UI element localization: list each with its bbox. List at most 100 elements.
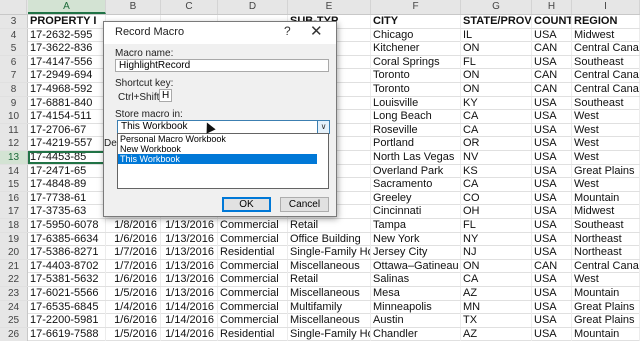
column-header-a[interactable]: A [28, 0, 106, 14]
table-cell[interactable]: KS [461, 164, 532, 178]
table-cell[interactable]: ON [461, 83, 532, 96]
table-cell[interactable]: FL [461, 55, 532, 69]
table-cell[interactable]: USA [532, 273, 572, 287]
table-cell[interactable]: 17-6535-6845 [28, 300, 106, 314]
row-number[interactable]: 3 [0, 15, 28, 28]
table-cell[interactable]: Greeley [371, 191, 461, 205]
table-cell[interactable]: 1/5/2016 [106, 327, 161, 341]
table-cell[interactable]: CAN [532, 42, 572, 56]
row-number[interactable]: 18 [0, 219, 28, 232]
table-cell[interactable]: USA [532, 205, 572, 219]
table-cell[interactable]: Chandler [371, 327, 461, 341]
table-cell[interactable]: Toronto [371, 83, 461, 96]
table-cell[interactable]: KY [461, 96, 532, 110]
row-number[interactable]: 22 [0, 273, 28, 287]
row-number[interactable]: 5 [0, 42, 28, 56]
table-cell[interactable]: 17-5381-5632 [28, 273, 106, 287]
shortcut-key-input[interactable]: H [159, 89, 172, 102]
row-number[interactable]: 24 [0, 300, 28, 314]
table-cell[interactable]: Portland [371, 137, 461, 151]
table-cell[interactable]: 17-2632-595 [28, 28, 106, 42]
table-cell[interactable]: Commercial [218, 219, 288, 232]
table-cell[interactable]: Multifamily [288, 300, 371, 314]
column-title-cell[interactable]: COUNTRY [532, 15, 572, 28]
table-cell[interactable]: North Las Vegas [371, 151, 461, 164]
table-cell[interactable]: Great Plains [572, 164, 640, 178]
table-cell[interactable]: 1/13/2016 [161, 287, 218, 300]
table-cell[interactable]: Tampa [371, 219, 461, 232]
table-cell[interactable]: Central Canada [572, 259, 640, 273]
table-cell[interactable]: 1/6/2016 [106, 314, 161, 328]
row-number[interactable]: 17 [0, 205, 28, 219]
table-cell[interactable]: USA [532, 314, 572, 328]
table-cell[interactable]: West [572, 123, 640, 137]
table-cell[interactable]: Austin [371, 314, 461, 328]
table-cell[interactable]: 17-2200-5981 [28, 314, 106, 328]
table-cell[interactable]: Miscellaneous [288, 314, 371, 328]
table-cell[interactable]: FL [461, 219, 532, 232]
table-cell[interactable]: Miscellaneous [288, 259, 371, 273]
table-cell[interactable]: Minneapolis [371, 300, 461, 314]
row-number[interactable]: 10 [0, 110, 28, 124]
table-cell[interactable]: 17-4147-556 [28, 55, 106, 69]
table-cell[interactable]: 1/14/2016 [161, 300, 218, 314]
table-cell[interactable]: CA [461, 110, 532, 124]
table-cell[interactable]: 17-6881-840 [28, 96, 106, 110]
table-cell[interactable]: 17-4848-89 [28, 178, 106, 192]
table-cell[interactable]: Great Plains [572, 314, 640, 328]
table-cell[interactable]: West [572, 137, 640, 151]
close-icon[interactable]: ✕ [310, 22, 323, 40]
table-cell[interactable]: Residential [218, 327, 288, 341]
table-cell[interactable]: Commercial [218, 300, 288, 314]
table-cell[interactable]: USA [532, 137, 572, 151]
table-cell[interactable]: USA [532, 110, 572, 124]
table-cell[interactable]: USA [532, 151, 572, 164]
table-cell[interactable]: 17-6619-7588 [28, 327, 106, 341]
row-number[interactable]: 15 [0, 178, 28, 192]
table-cell[interactable]: Chicago [371, 28, 461, 42]
table-cell[interactable]: USA [532, 178, 572, 192]
table-cell[interactable]: 17-3735-63 [28, 205, 106, 219]
table-cell[interactable]: Salinas [371, 273, 461, 287]
table-cell[interactable]: CA [461, 178, 532, 192]
table-cell[interactable]: Northeast [572, 232, 640, 246]
table-cell[interactable]: AZ [461, 327, 532, 341]
table-cell[interactable]: West [572, 151, 640, 164]
table-cell[interactable]: IL [461, 28, 532, 42]
table-cell[interactable]: CAN [532, 259, 572, 273]
row-number[interactable]: 21 [0, 259, 28, 273]
table-cell[interactable]: Coral Springs [371, 55, 461, 69]
table-cell[interactable]: Retail [288, 273, 371, 287]
dropdown-option[interactable]: Personal Macro Workbook [118, 134, 317, 144]
row-number[interactable]: 11 [0, 123, 28, 137]
table-cell[interactable]: Toronto [371, 69, 461, 83]
table-cell[interactable]: MN [461, 300, 532, 314]
row-number[interactable]: 6 [0, 55, 28, 69]
table-cell[interactable]: 17-6385-6634 [28, 232, 106, 246]
column-header-e[interactable]: E [288, 0, 371, 14]
table-cell[interactable]: Central Canada [572, 83, 640, 96]
table-cell[interactable]: USA [532, 287, 572, 300]
table-cell[interactable]: 1/13/2016 [161, 273, 218, 287]
table-cell[interactable]: 1/7/2016 [106, 246, 161, 260]
table-cell[interactable]: USA [532, 164, 572, 178]
table-cell[interactable]: Northeast [572, 246, 640, 260]
table-cell[interactable]: Midwest [572, 205, 640, 219]
table-cell[interactable]: Sacramento [371, 178, 461, 192]
table-cell[interactable]: CA [461, 123, 532, 137]
table-cell[interactable]: CO [461, 191, 532, 205]
table-cell[interactable]: OH [461, 205, 532, 219]
table-cell[interactable]: 17-7738-61 [28, 191, 106, 205]
store-macro-select[interactable]: This Workbook ∨ [117, 120, 330, 134]
table-cell[interactable]: USA [532, 96, 572, 110]
table-cell[interactable]: USA [532, 123, 572, 137]
table-cell[interactable]: Central Canada [572, 69, 640, 83]
column-title-cell[interactable]: PROPERTY I [28, 15, 106, 28]
table-cell[interactable]: Cincinnati [371, 205, 461, 219]
row-number[interactable]: 20 [0, 246, 28, 260]
table-cell[interactable]: Mountain [572, 327, 640, 341]
table-cell[interactable]: West [572, 110, 640, 124]
column-header-f[interactable]: F [371, 0, 461, 14]
dropdown-option[interactable]: This Workbook [118, 154, 317, 164]
table-cell[interactable]: USA [532, 219, 572, 232]
